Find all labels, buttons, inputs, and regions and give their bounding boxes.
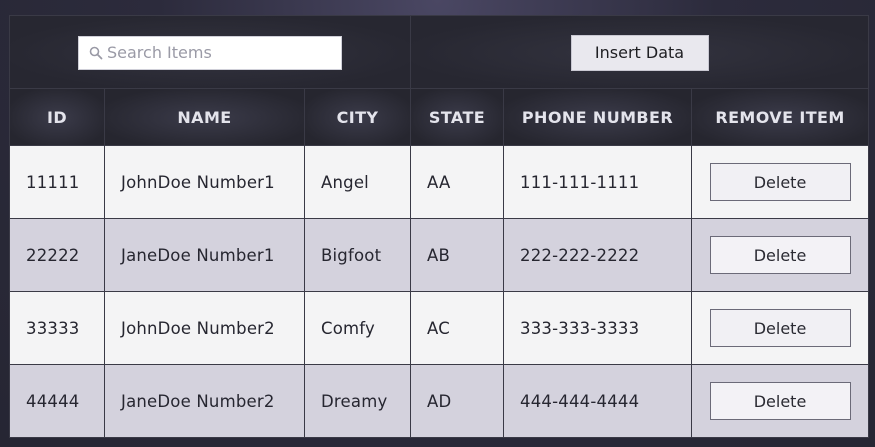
cell-name: JaneDoe Number1 — [104, 218, 305, 292]
column-header-state: STATE — [410, 88, 505, 146]
search-input[interactable] — [107, 43, 327, 62]
cell-state: AB — [410, 218, 505, 292]
table-row: 11111 JohnDoe Number1 Angel AA 111-111-1… — [9, 145, 870, 219]
cell-city: Angel — [303, 145, 412, 219]
cell-id: 11111 — [9, 145, 105, 219]
insert-cell: Insert Data — [410, 15, 870, 89]
data-table-panel: Insert Data ID NAME CITY STATE PHONE NUM… — [8, 15, 870, 438]
table-header-row: ID NAME CITY STATE PHONE NUMBER REMOVE I… — [9, 88, 870, 146]
cell-city: Comfy — [303, 291, 412, 365]
column-header-id: ID — [9, 88, 105, 146]
cell-phone: 111-111-1111 — [503, 145, 693, 219]
cell-id: 44444 — [9, 364, 105, 438]
cell-name: JohnDoe Number2 — [104, 291, 305, 365]
cell-action: Delete — [691, 291, 870, 365]
toolbar-row: Insert Data — [8, 15, 870, 89]
cell-id: 33333 — [9, 291, 105, 365]
delete-button[interactable]: Delete — [709, 236, 851, 274]
delete-button[interactable]: Delete — [709, 382, 851, 420]
search-icon — [89, 46, 103, 59]
cell-name: JohnDoe Number1 — [104, 145, 305, 219]
cell-action: Delete — [691, 364, 870, 438]
insert-data-button[interactable]: Insert Data — [570, 34, 709, 71]
table-row: 44444 JaneDoe Number2 Dreamy AD 444-444-… — [9, 364, 870, 438]
delete-button[interactable]: Delete — [709, 309, 851, 347]
cell-phone: 222-222-2222 — [503, 218, 693, 292]
cell-state: AA — [410, 145, 505, 219]
column-header-city: CITY — [303, 88, 412, 146]
column-header-remove: REMOVE ITEM — [691, 88, 870, 146]
table-row: 22222 JaneDoe Number1 Bigfoot AB 222-222… — [9, 218, 870, 292]
cell-phone: 333-333-3333 — [503, 291, 693, 365]
cell-state: AD — [410, 364, 505, 438]
cell-state: AC — [410, 291, 505, 365]
data-table: Insert Data ID NAME CITY STATE PHONE NUM… — [8, 15, 870, 438]
cell-city: Dreamy — [303, 364, 412, 438]
table-row: 33333 JohnDoe Number2 Comfy AC 333-333-3… — [9, 291, 870, 365]
cell-action: Delete — [691, 218, 870, 292]
search-cell — [8, 15, 412, 89]
cell-phone: 444-444-4444 — [503, 364, 693, 438]
column-header-phone: PHONE NUMBER — [503, 88, 693, 146]
cell-action: Delete — [691, 145, 870, 219]
cell-city: Bigfoot — [303, 218, 412, 292]
column-header-name: NAME — [104, 88, 305, 146]
cell-name: JaneDoe Number2 — [104, 364, 305, 438]
delete-button[interactable]: Delete — [709, 163, 851, 201]
search-box[interactable] — [78, 35, 342, 70]
cell-id: 22222 — [9, 218, 105, 292]
